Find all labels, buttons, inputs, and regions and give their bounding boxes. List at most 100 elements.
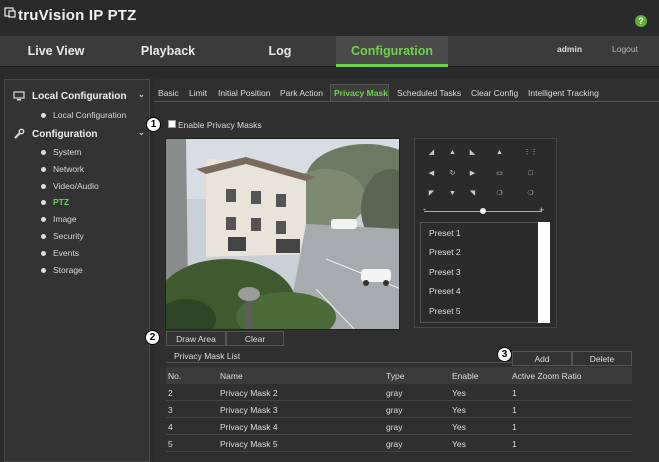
preset-list: Preset 1 Preset 2 Preset 3 Preset 4 Pres… (420, 222, 550, 323)
iris-icon[interactable]: ▭ (492, 167, 507, 180)
chevron-down-icon: ⌄ (138, 90, 145, 99)
tab-live-view[interactable]: Live View (0, 36, 112, 67)
chevron-down-icon: ⌄ (138, 128, 145, 137)
preset-item[interactable]: Preset 4 (429, 286, 461, 296)
bullet-icon (41, 217, 46, 222)
column-header-enable: Enable (452, 371, 479, 381)
callout-1: 1 (146, 117, 161, 132)
add-button[interactable]: Add (512, 351, 572, 366)
pan-up-left-button[interactable]: ◢ (424, 146, 439, 159)
cell-name: Privacy Mask 2 (220, 388, 278, 398)
wrench-icon (14, 128, 25, 139)
camera-logo-icon (4, 7, 16, 18)
help-icon[interactable]: ? (635, 15, 647, 27)
column-header-no: No. (168, 371, 182, 381)
subtab-basic[interactable]: Basic (158, 88, 179, 106)
sidebar-item-label: Storage (53, 265, 83, 275)
subtab-limit[interactable]: Limit (189, 88, 207, 106)
auto-pan-button[interactable]: ↻ (445, 167, 460, 180)
app-header: truVision IP PTZ ? (0, 0, 659, 36)
preset-scrollbar[interactable] (538, 222, 550, 323)
light-icon[interactable]: ❍ (492, 187, 507, 200)
user-name: admin (557, 44, 583, 54)
tab-configuration[interactable]: Configuration (336, 36, 448, 67)
preset-item[interactable]: Preset 1 (429, 228, 461, 238)
sidebar-group-local[interactable]: Local Configuration ⌄ (5, 88, 149, 106)
bullet-icon (41, 113, 46, 118)
cell-enable: Yes (452, 388, 466, 398)
preset-item[interactable]: Preset 2 (429, 247, 461, 257)
subtab-clear-config[interactable]: Clear Config (471, 88, 518, 106)
logout-link[interactable]: Logout (612, 44, 638, 54)
cell-enable: Yes (452, 439, 466, 449)
cell-name: Privacy Mask 5 (220, 439, 278, 449)
bullet-icon (41, 234, 46, 239)
column-header-name: Name (220, 371, 243, 381)
main-nav: Live View Playback Log Configuration adm… (0, 36, 659, 67)
pan-right-button[interactable]: ▶ (465, 167, 480, 180)
pan-up-button[interactable]: ▲ (445, 146, 460, 159)
pan-down-right-button[interactable]: ◥ (465, 187, 480, 200)
cell-enable: Yes (452, 422, 466, 432)
draw-area-button[interactable]: Draw Area (166, 331, 226, 346)
cell-type: gray (386, 388, 403, 398)
iris-close-icon[interactable]: □ (523, 167, 538, 180)
table-row[interactable]: 2 Privacy Mask 2 gray Yes 1 (166, 384, 632, 401)
sidebar-item-label: Video/Audio (53, 181, 99, 191)
preset-item[interactable]: Preset 5 (429, 306, 461, 316)
cell-zoom-ratio: 1 (512, 439, 517, 449)
subtab-park-action[interactable]: Park Action (280, 88, 323, 106)
sidebar-group-configuration[interactable]: Configuration ⌄ (5, 126, 149, 144)
enable-privacy-masks-checkbox[interactable] (168, 120, 176, 128)
subtab-initial-position[interactable]: Initial Position (218, 88, 270, 106)
bullet-icon (41, 251, 46, 256)
pan-up-right-button[interactable]: ◣ (465, 146, 480, 159)
camera-feed-image (166, 139, 399, 329)
cell-type: gray (386, 439, 403, 449)
pan-left-button[interactable]: ◀ (424, 167, 439, 180)
subtab-scheduled-tasks[interactable]: Scheduled Tasks (397, 88, 461, 106)
sidebar-group-configuration-label: Configuration (32, 129, 98, 140)
speed-slider-thumb[interactable] (480, 208, 486, 214)
bullet-icon (41, 268, 46, 273)
bullet-icon (41, 200, 46, 205)
tab-playback[interactable]: Playback (112, 36, 224, 67)
brand-title: truVision IP PTZ (18, 7, 137, 24)
table-row[interactable]: 5 Privacy Mask 5 gray Yes 1 (166, 435, 632, 452)
cell-type: gray (386, 405, 403, 415)
table-row[interactable]: 4 Privacy Mask 4 gray Yes 1 (166, 418, 632, 435)
cell-type: gray (386, 422, 403, 432)
cell-zoom-ratio: 1 (512, 422, 517, 432)
sidebar-group-local-label: Local Configuration (32, 91, 127, 102)
clear-button[interactable]: Clear (226, 331, 284, 346)
cell-enable: Yes (452, 405, 466, 415)
cell-no: 5 (168, 439, 173, 449)
bullet-icon (41, 184, 46, 189)
sidebar-item-label: Network (53, 164, 85, 174)
sidebar-item-label: System (53, 147, 82, 157)
focus-icon[interactable]: ⋮⋮ (523, 146, 538, 159)
cell-no: 3 (168, 405, 173, 415)
subtab-privacy-mask[interactable]: Privacy Mask (334, 88, 388, 106)
cell-no: 2 (168, 388, 173, 398)
preset-item[interactable]: Preset 3 (429, 267, 461, 277)
callout-2: 2 (145, 330, 160, 345)
column-header-zoom-ratio: Active Zoom Ratio (512, 371, 582, 381)
pan-down-left-button[interactable]: ◤ (424, 187, 439, 200)
zoom-plus-label: + (539, 205, 545, 215)
sidebar-item-label: Image (53, 214, 77, 224)
sidebar-item-label: Security (53, 231, 84, 241)
zoom-in-icon[interactable]: ▲ (492, 146, 507, 159)
table-row[interactable]: 3 Privacy Mask 3 gray Yes 1 (166, 401, 632, 418)
tab-log[interactable]: Log (224, 36, 336, 67)
privacy-mask-list-title: Privacy Mask List (174, 351, 241, 361)
subtab-intelligent-tracking[interactable]: Intelligent Tracking (528, 88, 599, 106)
live-video-view[interactable] (165, 138, 400, 330)
delete-button[interactable]: Delete (572, 351, 632, 366)
pan-down-button[interactable]: ▼ (445, 187, 460, 200)
table-header: No. Name Type Enable Active Zoom Ratio (166, 367, 632, 384)
cell-name: Privacy Mask 3 (220, 405, 278, 415)
cell-name: Privacy Mask 4 (220, 422, 278, 432)
column-header-type: Type (386, 371, 405, 381)
wiper-icon[interactable]: ❍ (523, 187, 538, 200)
